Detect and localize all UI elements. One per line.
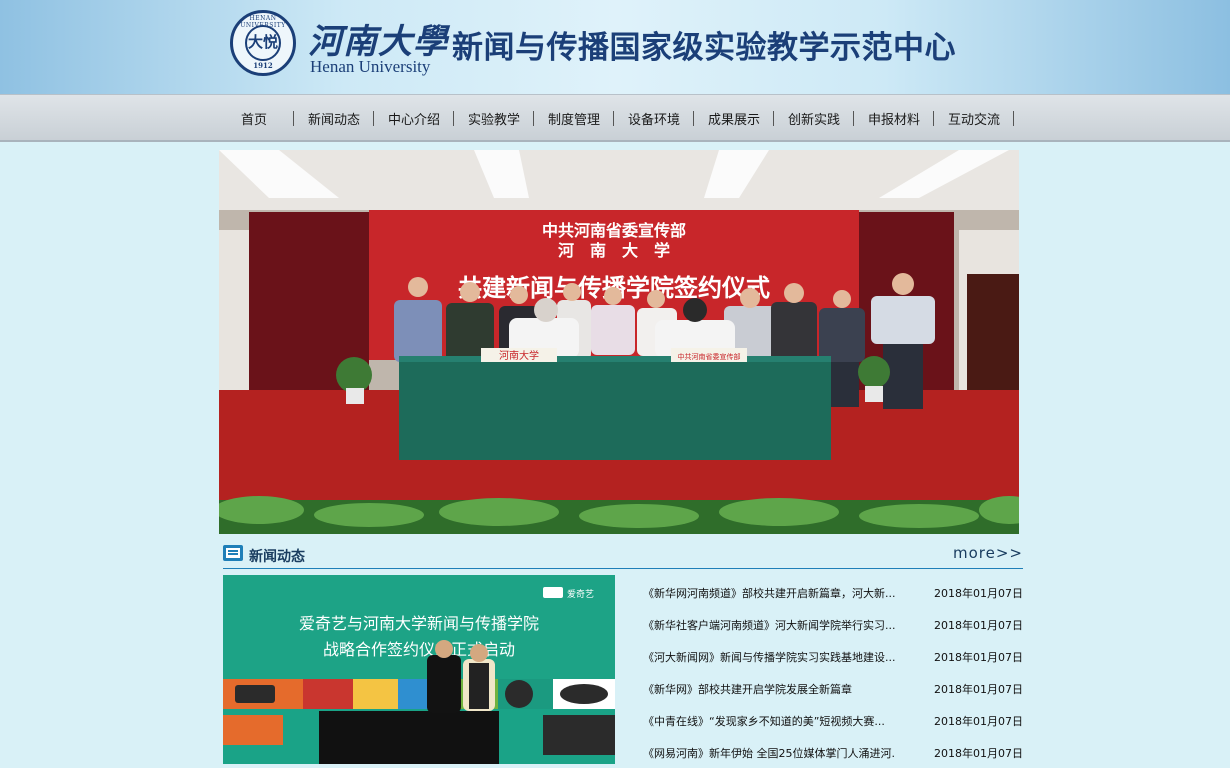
news-item-title[interactable]: 《新华网》部校共建开启学院发展全新篇章 [643, 681, 895, 697]
nav-item-application[interactable]: 申报材料 [854, 109, 934, 128]
news-item-date: 2018年01月07日 [934, 683, 1023, 696]
news-item-date: 2018年01月07日 [934, 619, 1023, 632]
news-item-date: 2018年01月07日 [934, 651, 1023, 664]
hero-photo-illustration: 中共河南省委宣传部 河 南 大 学 共建新闻与传播学院签约仪式 [219, 150, 1019, 534]
university-seal-logo[interactable]: HENAN UNIVERSITY 大悦 1912 [230, 10, 296, 76]
university-name-cn: 河南大學 [308, 22, 448, 62]
news-list-item[interactable]: 《网易河南》新年伊始 全国25位媒体掌门人涌进河... 2018年01月07日 [643, 736, 1023, 768]
news-featured-image[interactable]: 爱奇艺 爱奇艺与河南大学新闻与传播学院 战略合作签约仪式正式启动 [223, 575, 615, 764]
news-section-header: 新闻动态 more>> [223, 542, 1023, 569]
news-list: 《新华网河南频道》部校共建开启新篇章，河大新... 2018年01月07日 《新… [643, 576, 1023, 768]
seal-year: 1912 [253, 61, 273, 70]
news-item-date: 2018年01月07日 [934, 715, 1023, 728]
news-list-item[interactable]: 《新华网》部校共建开启学院发展全新篇章 2018年01月07日 [643, 672, 1023, 704]
nav-list: 首页 新闻动态 中心介绍 实验教学 制度管理 设备环境 成果展示 创新实践 申报… [214, 95, 1014, 141]
header-banner: HENAN UNIVERSITY 大悦 1912 河南大學 Henan Univ… [0, 0, 1230, 94]
news-item-title[interactable]: 《河大新闻网》新闻与传播学院实习实践基地建设... [643, 649, 895, 665]
nav-item-interaction[interactable]: 互动交流 [934, 109, 1014, 128]
iqiyi-brand: 爱奇艺 [567, 588, 594, 600]
news-item-title[interactable]: 《中青在线》“发现家乡不知道的美”短视频大赛... [643, 713, 895, 729]
table-sign-left: 河南大学 [499, 349, 539, 362]
table-sign-right: 中共河南省委宣传部 [678, 352, 741, 361]
seal-mark: 大悦 [247, 33, 278, 51]
backdrop-line2: 河 南 大 学 [558, 241, 670, 260]
news-list-item[interactable]: 《新华社客户端河南频道》河大新闻学院举行实习... 2018年01月07日 [643, 608, 1023, 640]
news-item-title[interactable]: 《新华网河南频道》部校共建开启新篇章，河大新... [643, 585, 895, 601]
news-more-link[interactable]: more>> [953, 544, 1023, 562]
nav-item-news[interactable]: 新闻动态 [294, 109, 374, 128]
news-list-item[interactable]: 《新华网河南频道》部校共建开启新篇章，河大新... 2018年01月07日 [643, 576, 1023, 608]
news-item-date: 2018年01月07日 [934, 587, 1023, 600]
nav-item-achievements[interactable]: 成果展示 [694, 109, 774, 128]
news-item-date: 2018年01月07日 [934, 747, 1023, 760]
news-list-item[interactable]: 《中青在线》“发现家乡不知道的美”短视频大赛... 2018年01月07日 [643, 704, 1023, 736]
site-title: 新闻与传播国家级实验教学示范中心 [452, 30, 956, 66]
nav-item-teaching[interactable]: 实验教学 [454, 109, 534, 128]
news-section-title: 新闻动态 [249, 549, 305, 565]
newspaper-icon [223, 545, 243, 561]
news-list-item[interactable]: 《河大新闻网》新闻与传播学院实习实践基地建设... 2018年01月07日 [643, 640, 1023, 672]
news-item-title[interactable]: 《新华社客户端河南频道》河大新闻学院举行实习... [643, 617, 895, 633]
hero-photo-signing-ceremony[interactable]: 中共河南省委宣传部 河 南 大 学 共建新闻与传播学院签约仪式 [219, 150, 1019, 534]
news-item-title[interactable]: 《网易河南》新年伊始 全国25位媒体掌门人涌进河... [643, 745, 895, 761]
news-featured-illustration: 爱奇艺 爱奇艺与河南大学新闻与传播学院 战略合作签约仪式正式启动 [223, 575, 615, 764]
nav-item-home[interactable]: 首页 [214, 109, 294, 128]
nav-item-rules[interactable]: 制度管理 [534, 109, 614, 128]
nav-item-about[interactable]: 中心介绍 [374, 109, 454, 128]
university-name-en: Henan University [310, 57, 431, 76]
main-nav: 首页 新闻动态 中心介绍 实验教学 制度管理 设备环境 成果展示 创新实践 申报… [0, 94, 1230, 142]
news-image-headline-1: 爱奇艺与河南大学新闻与传播学院 [299, 614, 539, 633]
backdrop-line1: 中共河南省委宣传部 [542, 221, 686, 240]
nav-item-equipment[interactable]: 设备环境 [614, 109, 694, 128]
nav-item-innovation[interactable]: 创新实践 [774, 109, 854, 128]
